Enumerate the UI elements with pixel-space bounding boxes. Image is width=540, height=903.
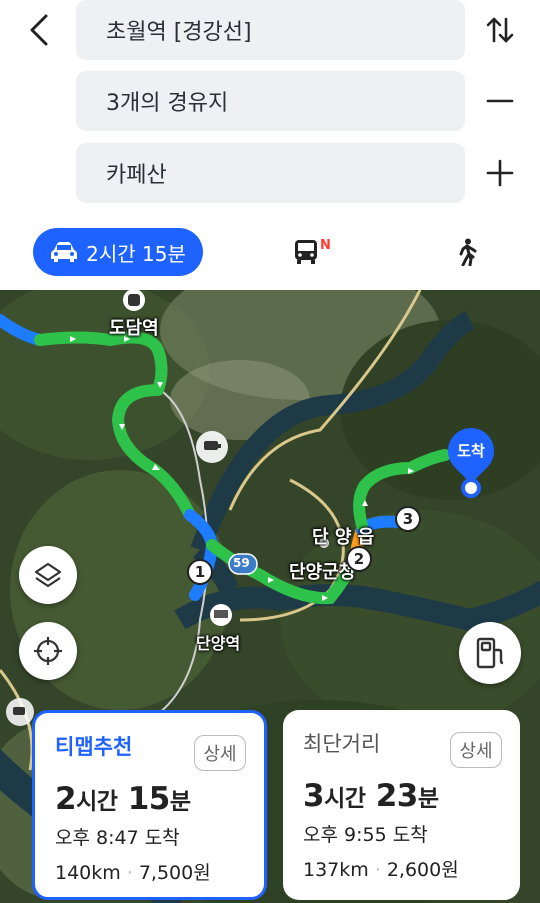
route-meta: 137km · 2,600원 — [303, 855, 500, 882]
map-label-dodam: 도담역 — [109, 318, 159, 339]
add-waypoint-button[interactable] — [478, 151, 522, 195]
duration-hours-unit: 시간 — [76, 789, 118, 815]
layers-icon — [34, 562, 62, 588]
route-search-panel: 초월역 [경강선] 3개의 경유지 카페산 2시간 15분 N — [0, 0, 540, 290]
plus-icon — [486, 159, 514, 187]
destination-dot — [461, 478, 481, 498]
duration-minutes: 15 — [127, 781, 171, 817]
arrival-time: 오후 8:47 도착 — [55, 827, 180, 849]
origin-field[interactable]: 초월역 [경강선] — [76, 0, 465, 60]
detail-button[interactable]: 상세 — [194, 735, 246, 771]
remove-waypoint-button[interactable] — [478, 79, 522, 123]
waypoint-marker-3[interactable]: 3 — [395, 506, 421, 532]
arrival-time: 오후 9:55 도착 — [303, 824, 428, 846]
car-mode-tab[interactable]: 2시간 15분 — [33, 228, 203, 276]
road-number-59: 59 — [233, 556, 250, 570]
current-location-button[interactable] — [19, 622, 77, 680]
route-distance: 137km — [303, 859, 369, 881]
route-duration: 3시간 23분 — [303, 778, 500, 814]
car-icon — [51, 242, 78, 262]
duration-hours: 3 — [303, 778, 325, 814]
duration-minutes-unit: 분 — [417, 786, 439, 812]
destination-pin[interactable]: 도착 — [438, 418, 504, 498]
duration-minutes: 23 — [375, 778, 419, 814]
back-button[interactable] — [22, 10, 56, 50]
crosshair-icon — [34, 637, 62, 665]
new-badge: N — [320, 237, 331, 253]
separator-dot: · — [126, 862, 133, 884]
chevron-left-icon — [30, 14, 48, 46]
route-card-shortest[interactable]: 최단거리 상세 3시간 23분 오후 9:55 도착 137km · 2,600원 — [283, 710, 520, 900]
route-fee: 7,500원 — [138, 862, 211, 884]
bus-icon — [295, 240, 317, 264]
route-fee: 2,600원 — [386, 859, 459, 881]
car-time-label: 2시간 15분 — [86, 241, 186, 266]
map-label-danyang-eup: 단 양 읍 — [312, 527, 375, 548]
route-duration: 2시간 15분 — [55, 781, 244, 817]
minus-icon — [486, 99, 514, 103]
waypoints-text: 3개의 경유지 — [106, 91, 229, 116]
detail-button[interactable]: 상세 — [450, 732, 502, 768]
fuel-pump-icon — [476, 637, 504, 669]
route-meta: 140km · 7,500원 — [55, 858, 244, 885]
separator-dot: · — [374, 859, 381, 881]
waypoints-field[interactable]: 3개의 경유지 — [76, 71, 465, 131]
duration-hours-unit: 시간 — [324, 786, 366, 812]
map-label-danyang-gun: 단양군청 — [289, 562, 356, 583]
map-label-danyang-station: 단양역 — [196, 634, 241, 653]
duration-hours: 2 — [55, 781, 77, 817]
gas-station-button[interactable] — [459, 622, 521, 684]
destination-pin-label: 도착 — [457, 442, 485, 460]
waypoint-marker-1[interactable]: 1 — [187, 559, 213, 585]
layers-button[interactable] — [19, 546, 77, 604]
walking-person-icon — [459, 238, 477, 266]
swap-arrows-icon — [486, 17, 514, 43]
transit-mode-tab[interactable]: N — [294, 232, 344, 272]
destination-field[interactable]: 카페산 — [76, 143, 465, 203]
route-distance: 140km — [55, 862, 121, 884]
duration-minutes-unit: 분 — [169, 789, 191, 815]
swap-button[interactable] — [478, 8, 522, 52]
destination-text: 카페산 — [106, 163, 167, 188]
walk-mode-tab[interactable] — [452, 232, 482, 272]
origin-text: 초월역 [경강선] — [106, 20, 252, 45]
route-card-recommended[interactable]: 티맵추천 상세 2시간 15분 오후 8:47 도착 140km · 7,500원 — [32, 710, 267, 900]
waypoint-marker-2[interactable]: 2 — [346, 546, 372, 572]
